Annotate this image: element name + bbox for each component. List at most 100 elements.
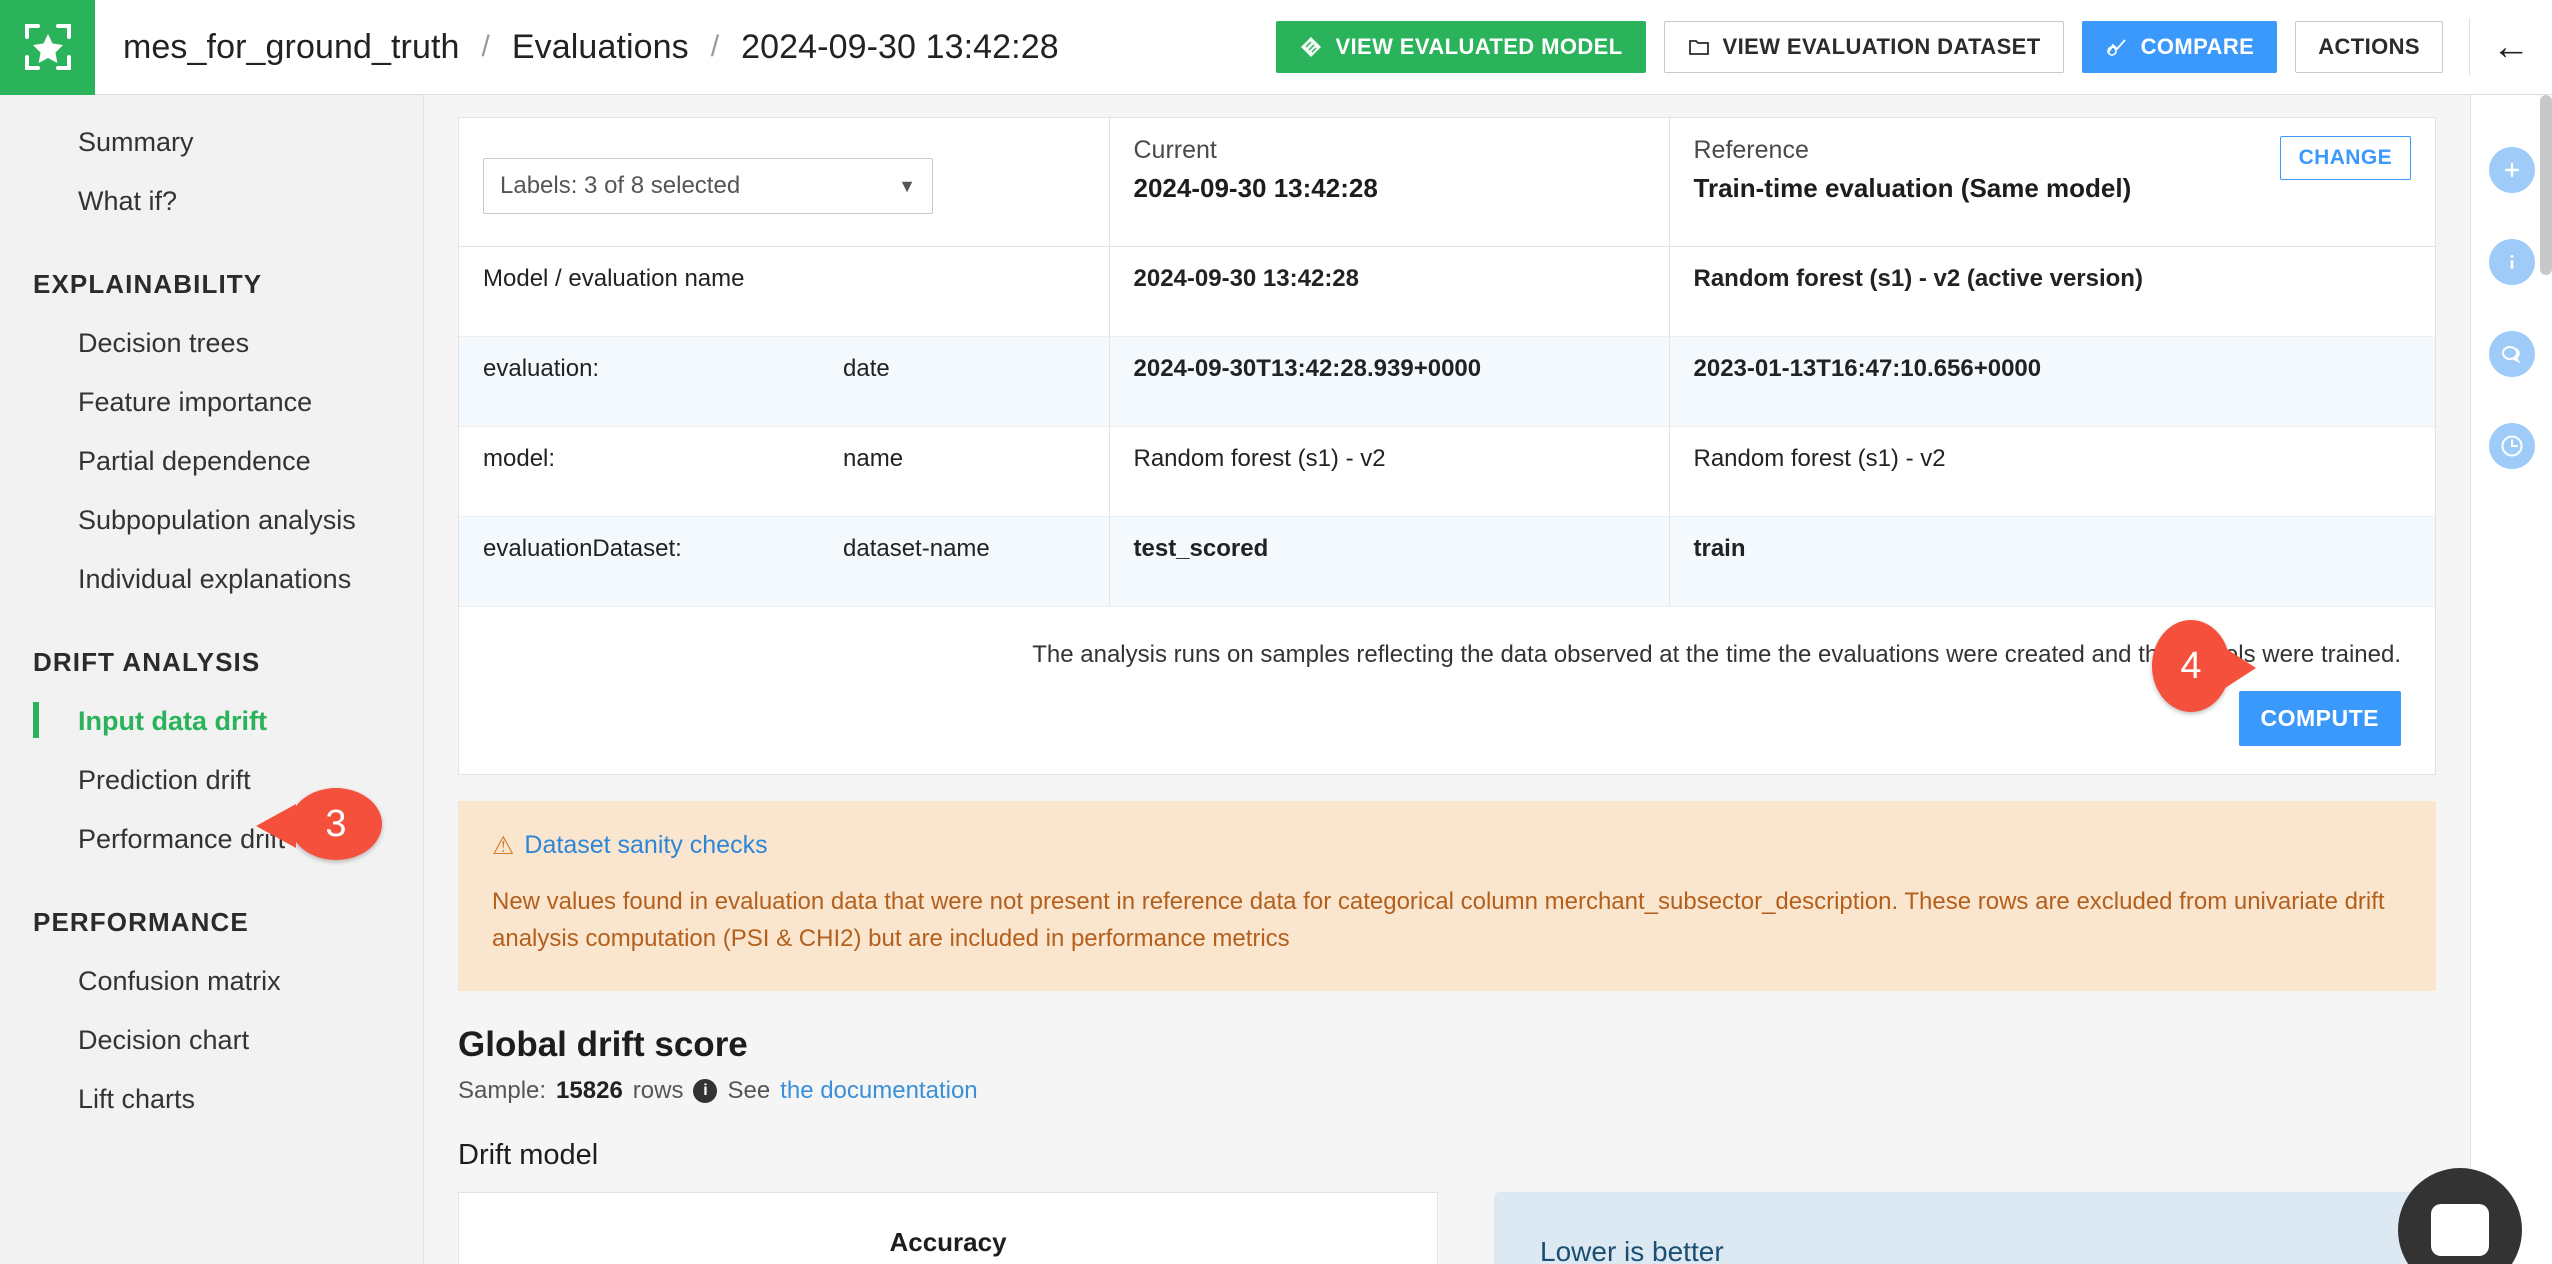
row-subkey: name [819,426,1109,517]
chat-widget-glyph [2431,1204,2489,1256]
breadcrumb-separator-2: / [710,30,720,63]
table-row: Model / evaluation name 2024-09-30 13:42… [459,246,2435,337]
table-row: evaluation: date 2024-09-30T13:42:28.939… [459,336,2435,427]
sidebar-section-drift-analysis: DRIFT ANALYSIS [33,647,261,677]
row-current-value: 2024-09-30T13:42:28.939+0000 [1108,336,1669,427]
sidebar-item-confusion-matrix[interactable]: Confusion matrix [0,952,423,1011]
row-current-value: 2024-09-30 13:42:28 [1108,246,1669,337]
current-caption: Current [1133,136,1217,164]
comparison-header-row: Labels: 3 of 8 selected ▼ Current 2024-0… [459,118,2435,247]
row-reference-value: train [1668,516,2435,607]
labels-dropdown-value: Labels: 3 of 8 selected [500,172,741,199]
plus-glyph [2504,162,2519,178]
lower-is-better-title: Lower is better [1540,1235,1724,1264]
current-value: 2024-09-30 13:42:28 [1133,173,1378,203]
compare-chart-icon [2106,39,2126,56]
drift-panels: Accuracy Lower 0.48 ‹ 0.50 ‹ Upper 0.51 [424,1191,2470,1264]
table-row: model: name Random forest (s1) - v2 Rand… [459,426,2435,517]
change-reference-button[interactable]: CHANGE [2279,136,2411,180]
actions-button[interactable]: ACTIONS [2295,21,2443,73]
row-current-value: Random forest (s1) - v2 [1108,426,1669,517]
info-icon[interactable] [2488,239,2535,285]
callout-marker-3: 3 [256,788,382,860]
actions-label: ACTIONS [2318,34,2420,59]
compare-button[interactable]: COMPARE [2081,21,2278,73]
page-scrollbar[interactable] [2540,95,2552,275]
comparison-table: Labels: 3 of 8 selected ▼ Current 2024-0… [459,118,2435,607]
see-text: See [727,1076,771,1104]
compute-button[interactable]: COMPUTE [2238,690,2401,746]
sanity-check-body: New values found in evaluation data that… [492,887,2385,952]
clock-glyph [2501,435,2522,457]
comparison-card: Labels: 3 of 8 selected ▼ Current 2024-0… [458,117,2436,775]
row-subkey: date [819,336,1109,427]
chevron-down-icon: ▼ [898,175,916,196]
sidebar-item-summary[interactable]: Summary [0,113,423,172]
row-key: Model / evaluation name [459,246,819,337]
view-evaluated-model-button[interactable]: VIEW EVALUATED MODEL [1276,21,1646,73]
row-key: model: [459,426,819,517]
sample-unit: rows [632,1076,684,1104]
history-clock-icon[interactable] [2488,423,2535,469]
top-bar: mes_for_ground_truth / Evaluations / 202… [0,0,2552,95]
callout-tail-3 [256,804,296,848]
info-icon[interactable]: i [693,1078,718,1103]
breadcrumb-evaluation-date[interactable]: 2024-09-30 13:42:28 [741,28,1059,67]
sidebar-item-what-if[interactable]: What if? [0,172,423,231]
change-button-wrap: CHANGE [2279,136,2411,180]
sample-info: Sample: 15826 rows i See the documentati… [458,1077,2436,1105]
analysis-note: The analysis runs on samples reflecting … [1032,640,2401,668]
folder-icon [1688,40,1709,55]
callout-label-3: 3 [290,788,382,860]
compute-row: COMPUTE [459,669,2435,774]
warning-triangle-icon: ⚠ [492,831,515,860]
accuracy-panel: Accuracy Lower 0.48 ‹ 0.50 ‹ Upper 0.51 [458,1191,1438,1264]
breadcrumb-separator-1: / [481,30,490,63]
lower-is-better-panel: Lower is better In order to detect data … [1494,1191,2436,1264]
sidebar-item-lift-charts[interactable]: Lift charts [0,1070,423,1129]
callout-label-4: 4 [2152,620,2230,712]
app-logo[interactable] [0,0,95,95]
sidebar-item-feature-importance[interactable]: Feature importance [0,373,423,432]
callout-tail-4 [2222,646,2256,690]
documentation-link[interactable]: the documentation [780,1077,977,1105]
sanity-check-banner: ⚠ Dataset sanity checks New values found… [458,800,2436,991]
table-row: evaluationDataset: dataset-name test_sco… [459,516,2435,607]
sidebar-section-explainability: EXPLAINABILITY [33,269,263,299]
sidebar-section-performance: PERFORMANCE [33,907,249,937]
view-evaluated-model-label: VIEW EVALUATED MODEL [1335,34,1623,59]
sidebar-item-individual-explanations[interactable]: Individual explanations [0,550,423,609]
sidebar-item-decision-trees[interactable]: Decision trees [0,314,423,373]
chat-glyph [2501,346,2521,364]
info-glyph [2510,255,2513,269]
right-rail [2470,95,2552,1264]
accuracy-title: Accuracy [889,1226,1007,1257]
sidebar-item-input-data-drift[interactable]: Input data drift [0,692,423,751]
breadcrumb-project[interactable]: mes_for_ground_truth [123,28,460,67]
global-drift-section: Global drift score Sample: 15826 rows i … [424,991,2470,1172]
row-subkey [819,246,1109,337]
chat-icon[interactable] [2488,331,2535,377]
row-reference-value: Random forest (s1) - v2 [1668,426,2435,517]
accuracy-block: Accuracy Lower 0.48 ‹ 0.50 ‹ Upper 0.51 [459,1227,1437,1264]
plus-icon[interactable] [2488,147,2535,193]
app-root: mes_for_ground_truth / Evaluations / 202… [0,0,2552,1264]
diamond-model-icon [1301,37,1322,57]
top-bar-actions: VIEW EVALUATED MODEL VIEW EVALUATION DAT… [1276,18,2552,76]
current-header-cell: Current 2024-09-30 13:42:28 [1108,118,1669,247]
back-arrow-icon[interactable]: ← [2470,28,2552,66]
breadcrumb-evaluations[interactable]: Evaluations [512,28,689,67]
star-frame-icon [24,24,71,70]
view-evaluation-dataset-label: VIEW EVALUATION DATASET [1722,34,2041,59]
sanity-check-title-row: ⚠ Dataset sanity checks [492,831,2402,861]
row-key: evaluation: [459,336,819,427]
sidebar-item-subpopulation-analysis[interactable]: Subpopulation analysis [0,491,423,550]
row-key: evaluationDataset: [459,516,819,607]
view-evaluation-dataset-button[interactable]: VIEW EVALUATION DATASET [1663,21,2064,73]
sanity-check-title[interactable]: Dataset sanity checks [524,831,767,860]
drift-model-label: Drift model [458,1138,599,1171]
row-current-value: test_scored [1108,516,1669,607]
sidebar-item-decision-chart[interactable]: Decision chart [0,1011,423,1070]
row-reference-value: 2023-01-13T16:47:10.656+0000 [1668,336,2435,427]
sidebar-item-partial-dependence[interactable]: Partial dependence [0,432,423,491]
